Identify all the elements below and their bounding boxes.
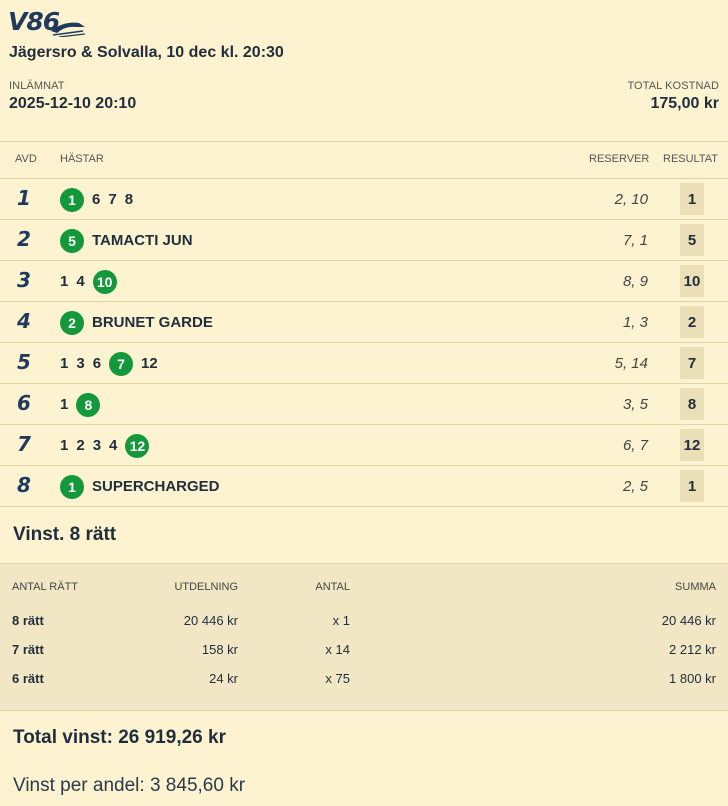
winnings-table: ANTAL RÄTT UTDELNING ANTAL SUMMA 8 rätt 2… bbox=[0, 563, 728, 711]
winnings-correct-count: 8 rätt bbox=[12, 613, 44, 628]
race-number: 3 bbox=[17, 268, 31, 292]
race-row: 4 2 BRUNET GARDE 1, 3 2 bbox=[0, 301, 728, 343]
reserves: 1, 3 bbox=[622, 314, 648, 331]
race-number: 8 bbox=[17, 473, 31, 497]
header-count: ANTAL bbox=[315, 581, 350, 593]
horse-selection: 1 3 6 7 12 bbox=[60, 343, 166, 384]
winnings-title: Vinst. 8 rätt bbox=[13, 524, 117, 545]
race-row: 2 5 TAMACTI JUN 7, 1 5 bbox=[0, 219, 728, 261]
result-box: 2 bbox=[680, 306, 704, 338]
winnings-correct-count: 6 rätt bbox=[12, 671, 44, 686]
winnings-sum: 20 446 kr bbox=[661, 613, 716, 628]
horse-logo-icon bbox=[51, 22, 86, 37]
result-box: 12 bbox=[680, 429, 704, 461]
horse-selection: 5 TAMACTI JUN bbox=[60, 220, 193, 261]
reserves: 2, 10 bbox=[614, 191, 648, 208]
race-number: 4 bbox=[17, 309, 31, 333]
total-winnings: Total vinst: 26 919,26 kr bbox=[13, 727, 226, 748]
horse-number: 3 bbox=[92, 437, 102, 454]
race-row: 1 1 6 7 8 2, 10 1 bbox=[0, 178, 728, 220]
race-row: 6 1 8 3, 58 bbox=[0, 383, 728, 425]
horse-number: 6 bbox=[92, 191, 101, 208]
horse-number: 8 bbox=[124, 191, 134, 208]
race-number: 2 bbox=[17, 227, 31, 251]
submitted-value: 2025-12-10 20:10 bbox=[9, 95, 137, 112]
winnings-sum: 1 800 kr bbox=[669, 671, 716, 686]
winning-horse-badge: 5 bbox=[60, 228, 84, 253]
reserves: 7, 1 bbox=[622, 232, 648, 249]
winnings-payout: 24 kr bbox=[209, 671, 238, 686]
horse-number: 2 bbox=[76, 437, 85, 454]
header-sum: SUMMA bbox=[675, 581, 716, 593]
horse-number: 1 bbox=[60, 396, 69, 413]
reserves: 6, 7 bbox=[622, 437, 648, 454]
result-box: 5 bbox=[680, 224, 704, 256]
winning-horse-badge: 2 bbox=[60, 310, 84, 335]
race-row: 7 1 2 3 4 12 6, 7 12 bbox=[0, 424, 728, 466]
reserves: 3, 5 bbox=[622, 396, 648, 413]
horse-number: 1 bbox=[60, 355, 69, 372]
horse-number: 12 bbox=[141, 355, 158, 372]
race-row: 3 1 4 10 8, 9 10 bbox=[0, 260, 728, 302]
winnings-count: x 14 bbox=[325, 642, 350, 657]
submitted-label: INLÄMNAT bbox=[9, 80, 65, 92]
race-title: Jägersro & Solvalla, 10 dec kl. 20:30 bbox=[9, 44, 284, 61]
header-payout: UTDELNING bbox=[174, 581, 238, 593]
divider bbox=[0, 141, 728, 142]
winnings-sum: 2 212 kr bbox=[669, 642, 716, 657]
horse-number: 3 bbox=[76, 355, 85, 372]
header-avd: AVD bbox=[15, 153, 37, 165]
race-row: 8 1 SUPERCHARGED 2, 5 1 bbox=[0, 465, 728, 507]
horse-selection: 1 SUPERCHARGED bbox=[60, 466, 220, 507]
winnings-correct-count: 7 rätt bbox=[12, 642, 44, 657]
horse-name: SUPERCHARGED bbox=[92, 478, 220, 495]
horse-name: BRUNET GARDE bbox=[92, 314, 213, 331]
horse-selection: 2 BRUNET GARDE bbox=[60, 302, 213, 343]
race-number: 5 bbox=[17, 350, 31, 374]
horse-number: 6 bbox=[92, 355, 102, 372]
result-box: 8 bbox=[680, 388, 704, 420]
winning-horse-badge: 8 bbox=[76, 392, 101, 417]
winning-horse-badge: 7 bbox=[109, 351, 134, 376]
reserves: 2, 5 bbox=[622, 478, 648, 495]
reserves: 5, 14 bbox=[614, 355, 648, 372]
header-horses: HÄSTAR bbox=[60, 153, 104, 165]
horse-number: 4 bbox=[76, 273, 85, 290]
horse-number: 7 bbox=[108, 191, 117, 208]
result-box: 1 bbox=[680, 183, 704, 215]
winnings-count: x 75 bbox=[325, 671, 350, 686]
race-number: 6 bbox=[17, 391, 31, 415]
winnings-per-share: Vinst per andel: 3 845,60 kr bbox=[13, 775, 246, 796]
result-box: 7 bbox=[680, 347, 704, 379]
horse-selection: 18 bbox=[60, 384, 108, 425]
divider bbox=[0, 506, 728, 507]
winnings-count: x 1 bbox=[332, 613, 350, 628]
header-correct: ANTAL RÄTT bbox=[12, 581, 79, 593]
horse-name: TAMACTI JUN bbox=[92, 232, 193, 249]
v86-logo: V86 bbox=[8, 4, 87, 38]
winning-horse-badge: 1 bbox=[60, 474, 84, 499]
winning-horse-badge: 10 bbox=[92, 269, 117, 294]
header-result: RESULTAT bbox=[663, 153, 719, 165]
winnings-payout: 20 446 kr bbox=[183, 613, 238, 628]
horse-selection: 1 4 10 bbox=[60, 261, 125, 302]
horse-number: 4 bbox=[109, 437, 118, 454]
result-box: 10 bbox=[680, 265, 704, 297]
race-row: 5 1 3 6 7 12 5, 14 7 bbox=[0, 342, 728, 384]
race-number: 1 bbox=[17, 186, 31, 210]
horse-selection: 1 2 3 4 12 bbox=[60, 425, 157, 466]
result-box: 1 bbox=[680, 470, 704, 502]
winning-horse-badge: 1 bbox=[60, 187, 84, 212]
reserves: 8, 9 bbox=[622, 273, 648, 290]
winning-horse-badge: 12 bbox=[125, 433, 150, 458]
horse-number: 1 bbox=[60, 437, 69, 454]
header-reserves: RESERVER bbox=[589, 153, 650, 165]
total-cost-value: 175,00 kr bbox=[650, 95, 719, 112]
horse-number: 1 bbox=[60, 273, 69, 290]
horse-selection: 1678 bbox=[60, 179, 141, 220]
total-cost-label: TOTAL KOSTNAD bbox=[627, 80, 719, 92]
race-number: 7 bbox=[17, 432, 31, 456]
winnings-payout: 158 kr bbox=[201, 642, 238, 657]
